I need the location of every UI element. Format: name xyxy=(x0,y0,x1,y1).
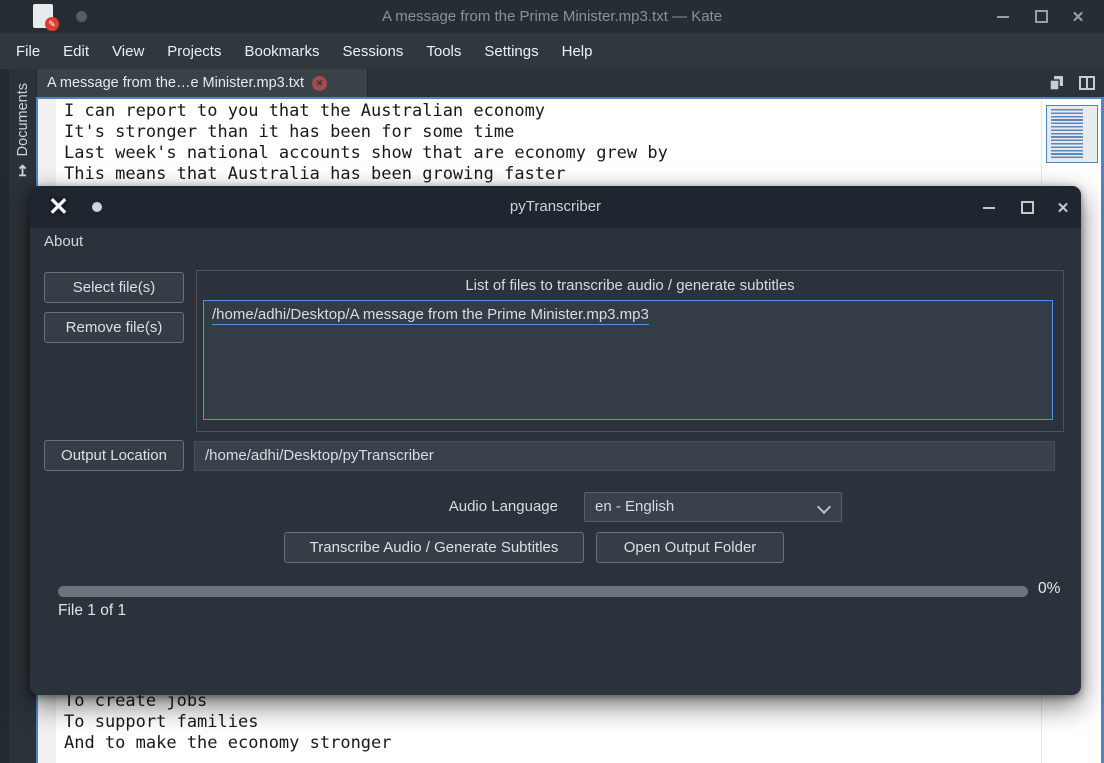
kate-minimize-button[interactable] xyxy=(988,0,1018,33)
open-output-folder-button[interactable]: Open Output Folder xyxy=(596,532,784,563)
audio-language-select[interactable]: en - English xyxy=(584,492,842,522)
progress-bar xyxy=(58,586,1028,597)
kate-maximize-button[interactable] xyxy=(1026,0,1056,33)
menu-settings[interactable]: Settings xyxy=(484,43,538,60)
close-icon: ✕ xyxy=(1057,199,1070,217)
minimize-icon xyxy=(983,207,995,209)
document-tab[interactable]: A message from the…e Minister.mp3.txt ✕ xyxy=(36,69,368,97)
up-arrow-icon: ↥ xyxy=(16,162,29,180)
editor-text-top: I can report to you that the Australian … xyxy=(64,101,668,185)
audio-language-label: Audio Language xyxy=(400,498,558,515)
file-status-label: File 1 of 1 xyxy=(58,602,126,620)
pytranscriber-window-title: pyTranscriber xyxy=(30,198,1081,215)
minimize-icon xyxy=(997,16,1009,18)
output-path-field[interactable]: /home/adhi/Desktop/pyTranscriber xyxy=(194,441,1055,471)
menu-view[interactable]: View xyxy=(112,43,144,60)
menu-tools[interactable]: Tools xyxy=(426,43,461,60)
select-files-button[interactable]: Select file(s) xyxy=(44,272,184,303)
chevron-down-icon xyxy=(817,500,831,514)
minimap-preview xyxy=(1051,109,1083,158)
kate-menubar: File Edit View Projects Bookmarks Sessio… xyxy=(0,33,1104,69)
menu-projects[interactable]: Projects xyxy=(167,43,221,60)
files-group-frame: List of files to transcribe audio / gene… xyxy=(196,270,1064,432)
pyt-close-button[interactable]: ✕ xyxy=(1048,191,1078,224)
kate-window-title: A message from the Prime Minister.mp3.tx… xyxy=(0,8,1104,25)
documents-sidebar-label: Documents xyxy=(15,83,31,156)
progress-percent-label: 0% xyxy=(1038,580,1060,598)
menu-file[interactable]: File xyxy=(16,43,40,60)
close-icon: ✕ xyxy=(1072,8,1085,26)
document-tab-label: A message from the…e Minister.mp3.txt xyxy=(47,75,304,91)
kate-close-button[interactable]: ✕ xyxy=(1063,0,1093,33)
screen: ✎ A message from the Prime Minister.mp3.… xyxy=(0,0,1104,763)
menu-about[interactable]: About xyxy=(44,233,83,250)
maximize-icon xyxy=(1021,201,1034,214)
editor-text-bottom: To create jobsTo support familiesAnd to … xyxy=(64,691,392,754)
documents-stack-icon[interactable] xyxy=(1048,74,1066,92)
file-list-item[interactable]: /home/adhi/Desktop/A message from the Pr… xyxy=(212,306,649,325)
kate-tabbar: A message from the…e Minister.mp3.txt ✕ xyxy=(0,69,1104,97)
audio-language-value: en - English xyxy=(595,498,674,515)
pytranscriber-window: ✕ pyTranscriber ✕ About Select file(s) R… xyxy=(30,186,1081,695)
tab-close-button[interactable]: ✕ xyxy=(312,76,327,91)
kate-titlebar: ✎ A message from the Prime Minister.mp3.… xyxy=(0,0,1104,33)
pyt-maximize-button[interactable] xyxy=(1012,191,1042,224)
close-icon: ✕ xyxy=(316,78,324,88)
remove-files-button[interactable]: Remove file(s) xyxy=(44,312,184,343)
menu-sessions[interactable]: Sessions xyxy=(343,43,404,60)
pytranscriber-titlebar: ✕ pyTranscriber ✕ xyxy=(30,186,1081,228)
split-view-icon[interactable] xyxy=(1078,74,1096,92)
menu-help[interactable]: Help xyxy=(562,43,593,60)
pyt-minimize-button[interactable] xyxy=(974,191,1004,224)
transcribe-button[interactable]: Transcribe Audio / Generate Subtitles xyxy=(284,532,584,563)
maximize-icon xyxy=(1035,10,1048,23)
menu-bookmarks[interactable]: Bookmarks xyxy=(244,43,319,60)
menu-edit[interactable]: Edit xyxy=(63,43,89,60)
minimap-scrollbar[interactable] xyxy=(1046,105,1098,163)
files-listbox[interactable]: /home/adhi/Desktop/A message from the Pr… xyxy=(203,300,1053,420)
output-location-button[interactable]: Output Location xyxy=(44,440,184,471)
files-group-label: List of files to transcribe audio / gene… xyxy=(197,277,1063,294)
